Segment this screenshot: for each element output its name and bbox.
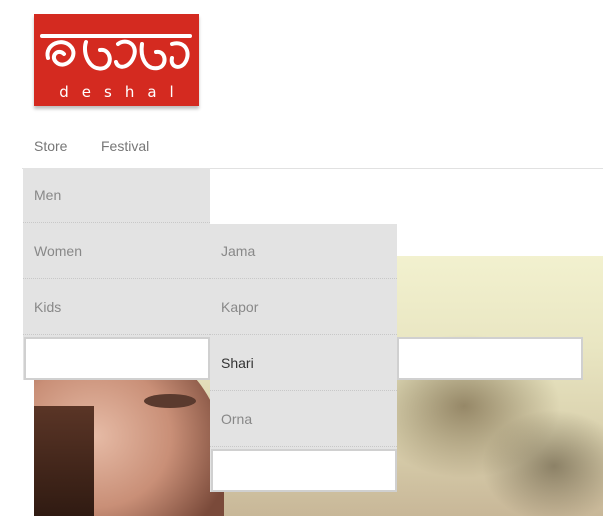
submenu-item-kapor[interactable]: Kapor bbox=[210, 280, 397, 335]
menu-item-kids[interactable]: Kids bbox=[23, 280, 210, 335]
menu-blank-slot[interactable] bbox=[24, 337, 210, 380]
nav-item-festival[interactable]: Festival bbox=[101, 138, 149, 154]
dropdown-menu-primary: Men Women Kids bbox=[23, 168, 210, 380]
hero-eye bbox=[144, 394, 196, 408]
brand-logo[interactable]: deshal bbox=[34, 14, 199, 106]
brand-subtitle: deshal bbox=[59, 83, 187, 101]
menu-item-women[interactable]: Women bbox=[23, 224, 210, 279]
top-navigation: Store Festival bbox=[0, 128, 603, 168]
menu-item-men[interactable]: Men bbox=[23, 168, 210, 223]
dropdown-menu-secondary: Jama Kapor Shari Orna bbox=[210, 224, 397, 492]
nav-item-store[interactable]: Store bbox=[34, 138, 67, 154]
submenu-item-shari[interactable]: Shari bbox=[210, 336, 397, 391]
submenu-blank-slot[interactable] bbox=[211, 449, 397, 492]
hero-hair bbox=[34, 406, 94, 516]
submenu-item-orna[interactable]: Orna bbox=[210, 392, 397, 447]
tertiary-blank-slot[interactable] bbox=[397, 337, 583, 380]
submenu-item-jama[interactable]: Jama bbox=[210, 224, 397, 279]
